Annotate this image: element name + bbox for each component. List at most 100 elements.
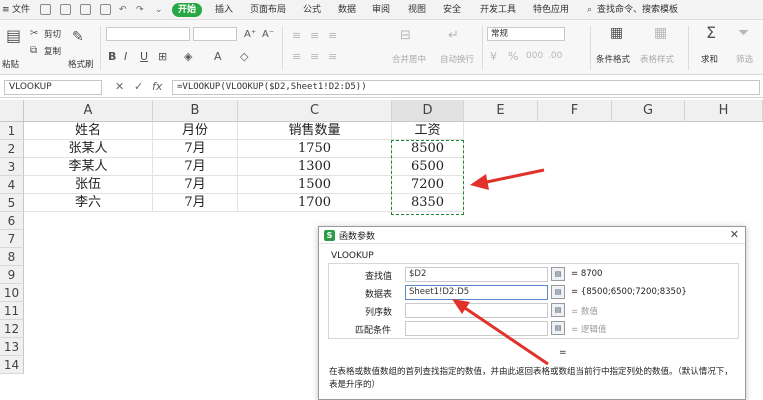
row-header-10[interactable]: 10 [0, 284, 24, 302]
auto-wrap-button[interactable]: 自动换行 [440, 53, 474, 65]
tab-insert[interactable]: 插入 [215, 3, 233, 17]
range-select-icon[interactable]: ▤ [551, 267, 565, 281]
range-select-icon[interactable]: ▤ [551, 303, 565, 317]
thousands-icon[interactable]: 000 [526, 51, 543, 62]
fx-icon[interactable]: fx [152, 80, 162, 94]
brush-icon[interactable]: ✎ [72, 30, 84, 44]
redo-icon[interactable]: ↷ [136, 3, 144, 17]
row-header-4[interactable]: 4 [0, 176, 24, 194]
border-icon[interactable]: ⊞ [158, 51, 167, 62]
hamburger-icon[interactable]: ≡ [2, 3, 10, 17]
font-family-select[interactable] [106, 27, 190, 41]
row-header-12[interactable]: 12 [0, 320, 24, 338]
tab-page-layout[interactable]: 页面布局 [250, 3, 286, 17]
wrap-icon[interactable]: ↵ [448, 29, 459, 42]
bold-icon[interactable]: B [108, 51, 116, 62]
cell-name[interactable]: 张某人 [24, 140, 153, 158]
tab-security[interactable]: 安全 [443, 3, 461, 17]
cell-sales[interactable]: 1750 [238, 140, 392, 158]
sigma-icon[interactable]: Σ [706, 25, 716, 41]
row-header-2[interactable]: 2 [0, 140, 24, 158]
tab-developer[interactable]: 开发工具 [480, 3, 516, 17]
range-select-icon[interactable]: ▤ [551, 321, 565, 335]
export-icon[interactable] [60, 4, 71, 15]
row-header-8[interactable]: 8 [0, 248, 24, 266]
header-cell-salary[interactable]: 工资 [392, 122, 464, 140]
range-select-icon[interactable]: ▤ [551, 285, 565, 299]
row-header-5[interactable]: 5 [0, 194, 24, 212]
cell-month[interactable]: 7月 [153, 140, 238, 158]
lookup-value-input[interactable]: $D2 [405, 267, 548, 282]
filter-icon[interactable]: ⏷ [738, 26, 749, 40]
cell-salary[interactable]: 8500 [392, 140, 464, 158]
row-header-3[interactable]: 3 [0, 158, 24, 176]
dialog-titlebar[interactable]: S 函数参数 ✕ [319, 227, 745, 244]
tab-special-apps[interactable]: 特色应用 [533, 3, 569, 17]
row-header-11[interactable]: 11 [0, 302, 24, 320]
column-header-a[interactable]: A [24, 100, 153, 122]
tab-review[interactable]: 审阅 [372, 3, 390, 17]
conditional-format-button[interactable]: 条件格式 [596, 53, 630, 65]
cell-month[interactable]: 7月 [153, 194, 238, 212]
copy-button[interactable]: 复制 [44, 45, 61, 57]
tab-view[interactable]: 视图 [408, 3, 426, 17]
paste-button[interactable]: 粘贴 [2, 58, 19, 70]
row-header-6[interactable]: 6 [0, 212, 24, 230]
align-center-icon[interactable]: ≡ [310, 51, 319, 62]
header-cell-name[interactable]: 姓名 [24, 122, 153, 140]
close-icon[interactable]: ✕ [730, 228, 739, 241]
header-cell-sales[interactable]: 销售数量 [238, 122, 392, 140]
align-middle-icon[interactable]: ≡ [310, 30, 319, 41]
cell-sales[interactable]: 1300 [238, 158, 392, 176]
number-format-select[interactable]: 常规 [487, 27, 565, 41]
font-color-icon[interactable]: A [214, 51, 222, 62]
decimal-icon[interactable]: .00 [548, 51, 562, 62]
undo-icon[interactable]: ↶ [119, 3, 127, 17]
column-header-c[interactable]: C [238, 100, 392, 122]
menu-file[interactable]: 文件 [12, 3, 30, 17]
cell-name[interactable]: 李六 [24, 194, 153, 212]
merge-center-button[interactable]: 合并居中 [392, 53, 426, 65]
align-top-icon[interactable]: ≡ [292, 30, 301, 41]
cell-salary[interactable]: 8350 [392, 194, 464, 212]
percent-icon[interactable]: % [508, 51, 518, 62]
merge-icon[interactable]: ⊟ [400, 29, 411, 42]
range-lookup-input[interactable] [405, 321, 548, 336]
align-bottom-icon[interactable]: ≡ [328, 30, 337, 41]
save-icon[interactable] [40, 4, 51, 15]
conditional-format-icon[interactable]: ▦ [610, 26, 623, 40]
cell-name[interactable]: 李某人 [24, 158, 153, 176]
decrease-font-icon[interactable]: A⁻ [262, 29, 274, 40]
column-header-g[interactable]: G [612, 100, 685, 122]
preview-icon[interactable] [100, 4, 111, 15]
tab-home[interactable]: 开始 [172, 3, 203, 17]
name-box[interactable]: VLOOKUP [4, 80, 102, 95]
table-style-button[interactable]: 表格样式 [640, 53, 674, 65]
row-header-14[interactable]: 14 [0, 356, 24, 374]
tab-formulas[interactable]: 公式 [303, 3, 321, 17]
cell-salary[interactable]: 7200 [392, 176, 464, 194]
column-header-f[interactable]: F [538, 100, 612, 122]
column-header-e[interactable]: E [464, 100, 538, 122]
cell-salary[interactable]: 6500 [392, 158, 464, 176]
cell-sales[interactable]: 1500 [238, 176, 392, 194]
cell-sales[interactable]: 1700 [238, 194, 392, 212]
chevron-down-icon[interactable]: ⌄ [155, 3, 163, 17]
cancel-icon[interactable]: ✕ [115, 80, 124, 94]
currency-icon[interactable]: ¥ [490, 51, 497, 62]
row-header-13[interactable]: 13 [0, 338, 24, 356]
table-array-input[interactable]: Sheet1!D2:D5 [405, 285, 548, 300]
clear-icon[interactable]: ◇ [240, 51, 248, 62]
paste-icon[interactable]: ▤ [6, 28, 21, 44]
filter-button[interactable]: 筛选 [736, 53, 753, 65]
cell-month[interactable]: 7月 [153, 158, 238, 176]
column-header-b[interactable]: B [153, 100, 238, 122]
cell-month[interactable]: 7月 [153, 176, 238, 194]
underline-icon[interactable]: U [140, 51, 148, 62]
formula-input[interactable]: =VLOOKUP(VLOOKUP($D2,Sheet1!D2:D5)) [172, 80, 760, 95]
column-header-d[interactable]: D [392, 100, 464, 122]
align-right-icon[interactable]: ≡ [328, 51, 337, 62]
format-painter-button[interactable]: 格式刷 [68, 58, 94, 70]
row-header-1[interactable]: 1 [0, 122, 24, 140]
row-header-9[interactable]: 9 [0, 266, 24, 284]
